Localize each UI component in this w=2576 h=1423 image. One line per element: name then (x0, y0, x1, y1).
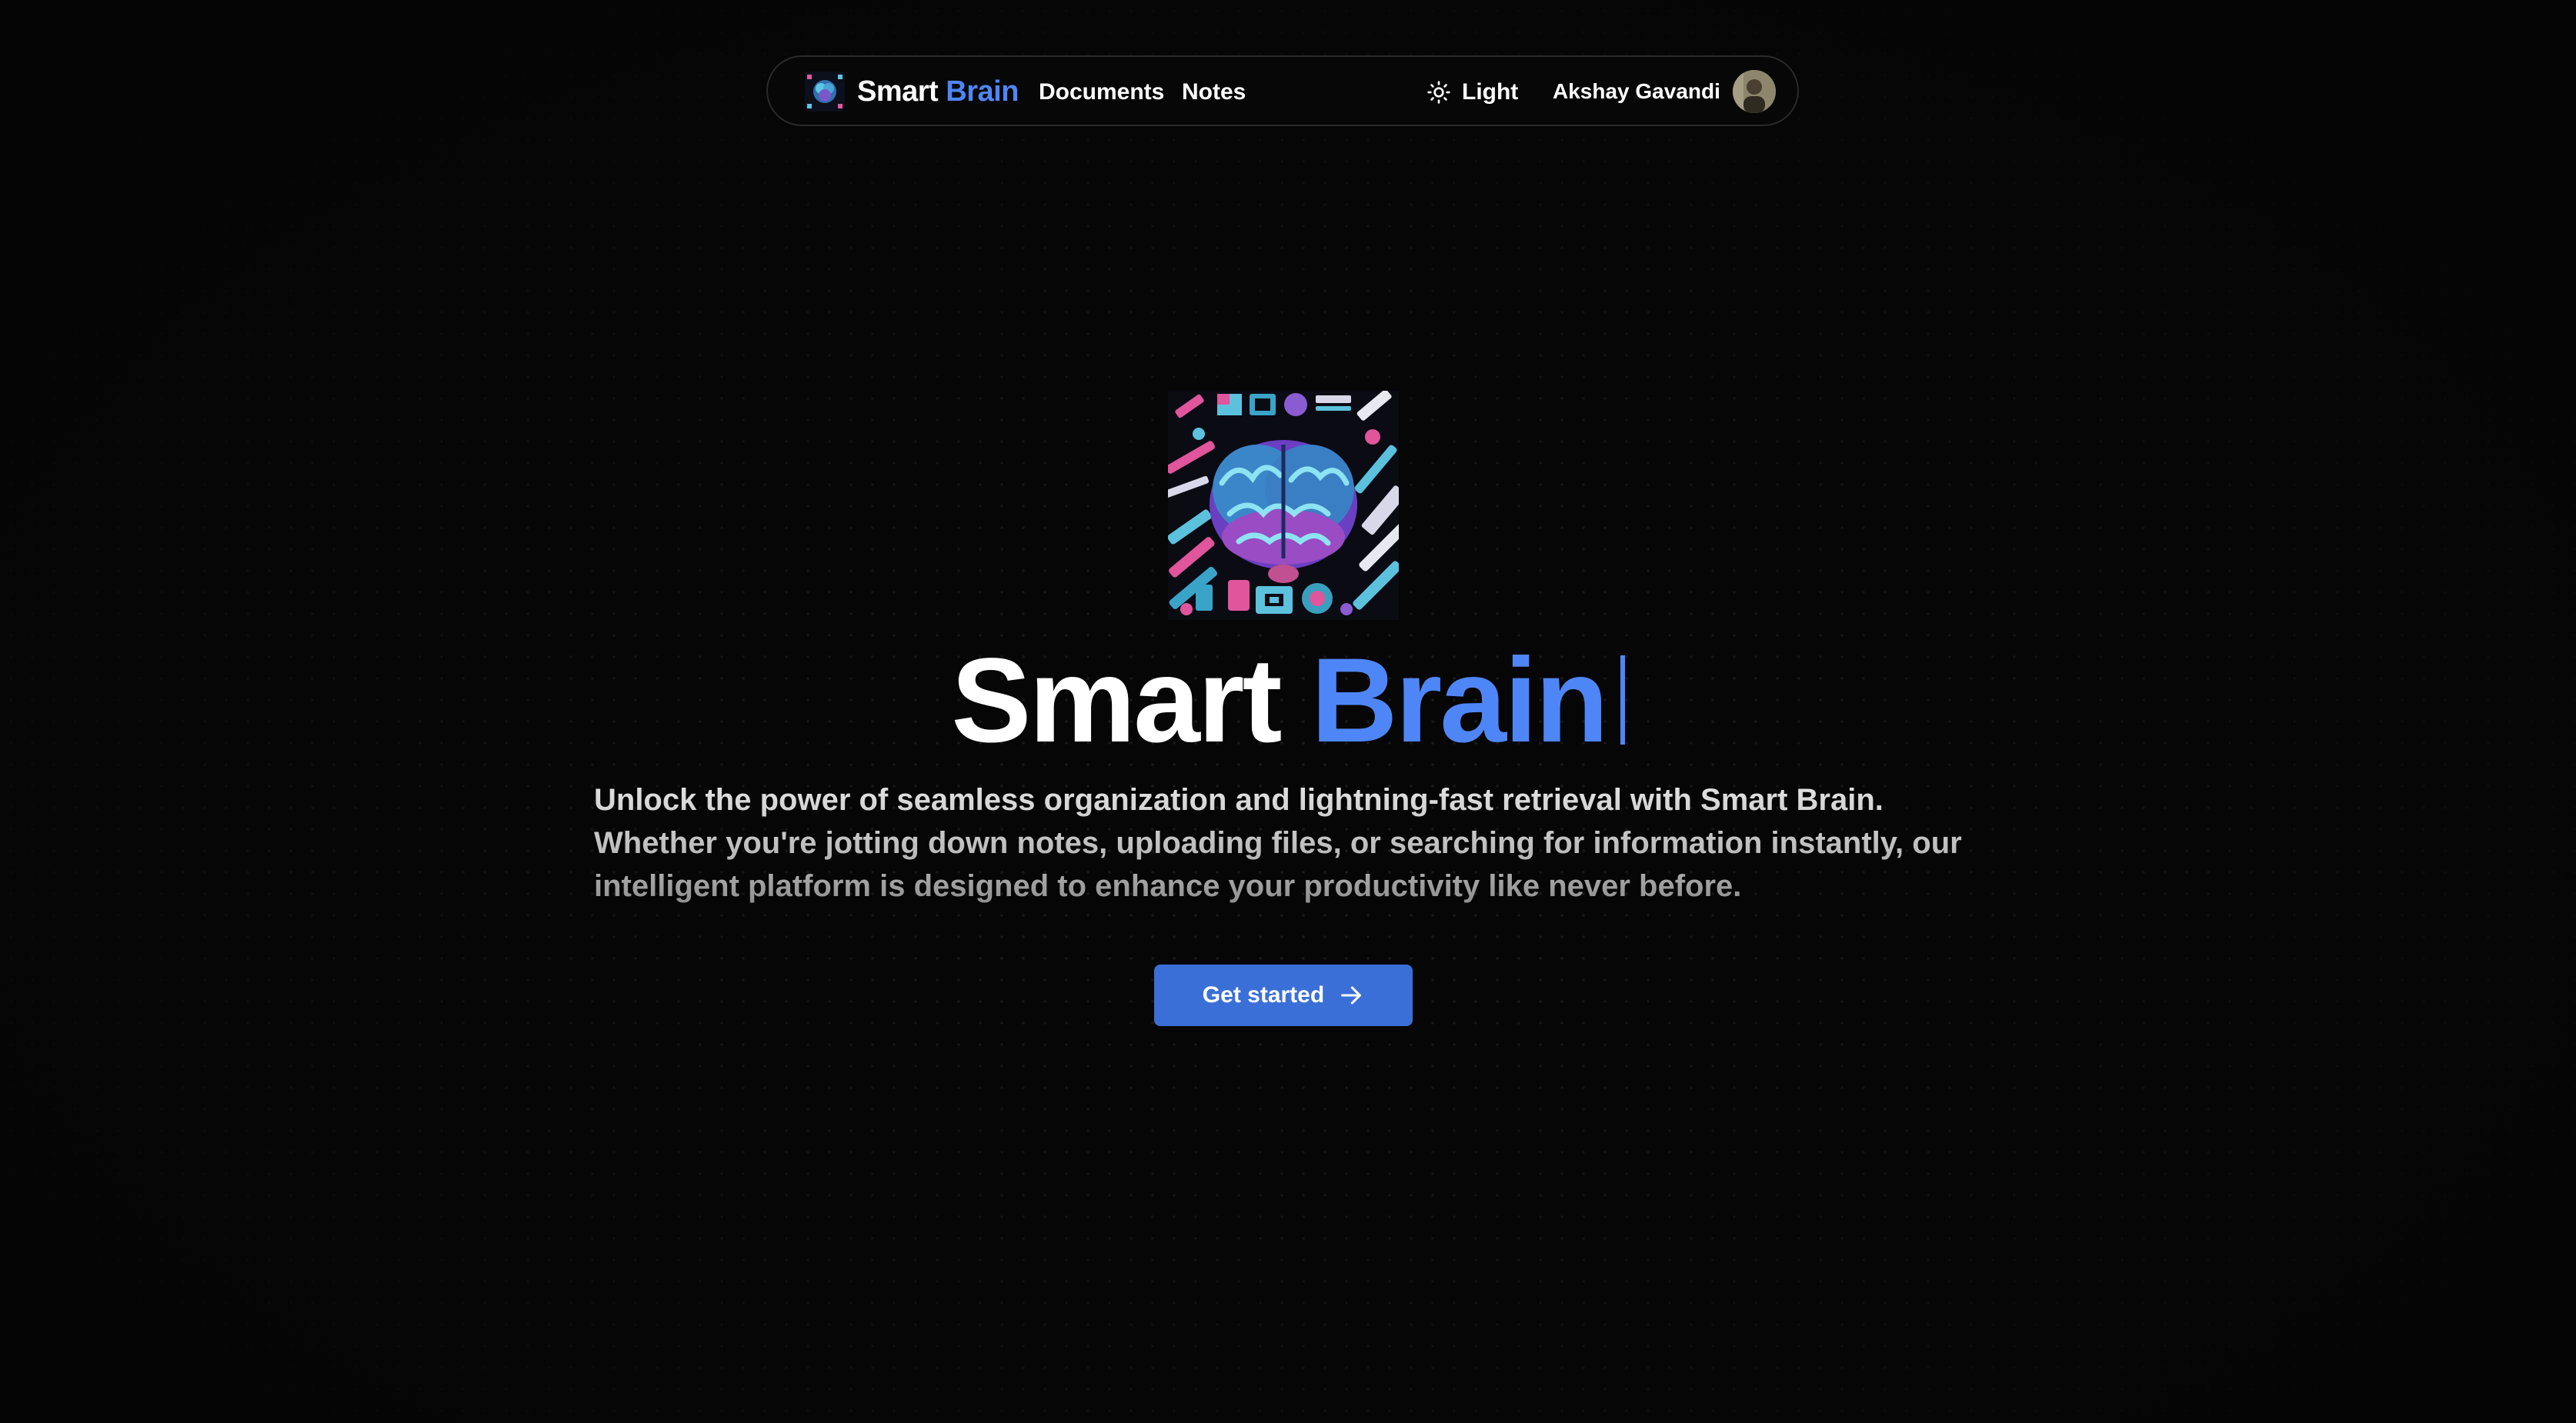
theme-toggle-label: Light (1462, 79, 1519, 105)
brand-name-second: Brain (946, 75, 1019, 108)
sun-icon (1427, 81, 1450, 104)
hero-title: Smart Brain (0, 635, 2576, 766)
nav-link-notes[interactable]: Notes (1182, 78, 1246, 106)
hero-title-first: Smart (951, 634, 1282, 768)
brand-name-first: Smart (857, 75, 939, 108)
brand-logo-icon (805, 72, 845, 112)
brand-name: Smart Brain (857, 75, 1019, 108)
user-menu[interactable]: Akshay Gavandi (1553, 69, 1776, 114)
theme-toggle-button[interactable]: Light (1426, 75, 1518, 109)
navbar: Smart Brain Documents Notes Light Akshay… (766, 55, 1799, 126)
typing-cursor (1620, 655, 1625, 745)
brain-illustration (1168, 391, 1399, 620)
hero-description: Unlock the power of seamless organizatio… (594, 778, 2010, 908)
get-started-label: Get started (1202, 982, 1325, 1008)
page: Smart Brain Documents Notes Light Akshay… (0, 0, 2576, 1423)
arrow-right-icon (1341, 986, 1362, 1005)
nav-link-documents[interactable]: Documents (1039, 78, 1164, 106)
avatar[interactable] (1732, 70, 1776, 113)
get-started-button[interactable]: Get started (1154, 965, 1413, 1026)
hero-title-second: Brain (1310, 634, 1609, 768)
user-name: Akshay Gavandi (1553, 79, 1720, 103)
brand-link[interactable]: Smart Brain (805, 71, 1019, 112)
